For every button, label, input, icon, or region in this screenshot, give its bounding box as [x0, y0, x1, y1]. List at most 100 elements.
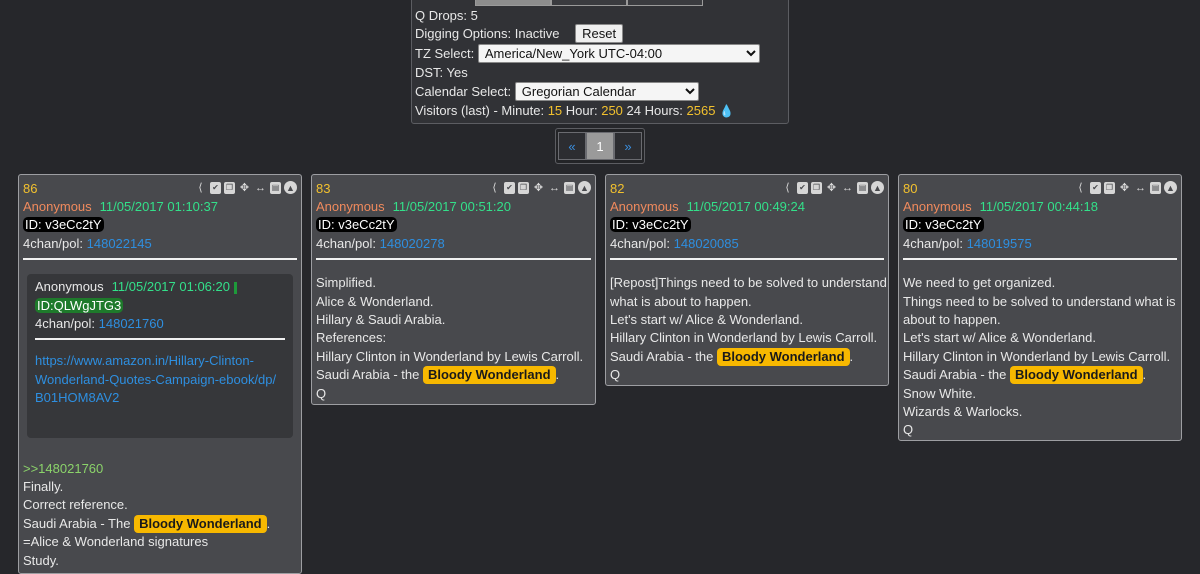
post-card-86: ⟨ ✔ ❐ ✥ ↔ ▤ ▲ 86 Anonymous 11/05/2017 01:…	[18, 174, 302, 574]
clipboard-icon[interactable]: ▤	[564, 181, 575, 194]
up-icon[interactable]: ▲	[284, 181, 297, 194]
digging-options-status: Digging Options: Inactive	[415, 26, 560, 41]
clipboard-icon[interactable]: ▤	[270, 181, 281, 194]
divider	[316, 258, 591, 261]
water-drop-icon: 💧	[719, 104, 735, 118]
check-icon[interactable]: ✔	[797, 181, 808, 194]
post-line: =Alice & Wonderland signatures	[23, 534, 209, 550]
poster-id[interactable]: ID: v3eCc2tY	[23, 217, 104, 233]
post-id-row: ID: v3eCc2tY	[610, 216, 884, 234]
resize-icon[interactable]: ↔	[841, 181, 854, 194]
calendar-select[interactable]: Gregorian Calendar	[514, 82, 699, 101]
poster-id[interactable]: ID: v3eCc2tY	[610, 217, 691, 233]
copy-icon[interactable]: ❐	[518, 181, 529, 194]
tab-3[interactable]	[627, 0, 703, 6]
post-line: References:	[316, 330, 387, 346]
post-line: Hillary Clinton in Wonderland by Lewis C…	[610, 330, 878, 346]
up-icon[interactable]: ▲	[578, 181, 591, 194]
post-id-row: ID: v3eCc2tY	[23, 216, 297, 234]
check-icon[interactable]: ✔	[504, 181, 515, 194]
highlight-tag: Bloody Wonderland	[716, 347, 850, 366]
post-line-text: Saudi Arabia - the	[316, 367, 423, 383]
share-icon[interactable]: ⟨	[194, 181, 207, 194]
share-icon[interactable]: ⟨	[1074, 181, 1087, 194]
tz-select[interactable]: America/New_York UTC-04:00	[477, 44, 760, 63]
post-header: Anonymous 11/05/2017 00:44:18	[903, 198, 1177, 216]
divider	[23, 258, 297, 261]
up-icon[interactable]: ▲	[1164, 181, 1177, 194]
tab-2[interactable]	[551, 0, 627, 6]
post-author: Anonymous	[23, 199, 92, 214]
board-label: 4chan/pol:	[903, 235, 963, 251]
highlight-tag: Bloody Wonderland	[1009, 366, 1143, 385]
post-line-text: Saudi Arabia - the	[610, 348, 717, 364]
clipboard-icon[interactable]: ▤	[1150, 181, 1161, 194]
post-signature: Q	[903, 422, 914, 438]
post-line-text: Saudi Arabia - The	[23, 515, 135, 531]
move-icon[interactable]: ✥	[825, 181, 838, 194]
check-icon[interactable]: ✔	[1090, 181, 1101, 194]
post-line: Things need to be solved to understand w…	[903, 293, 1176, 309]
post-source: 4chan/pol: 148019575	[903, 235, 1177, 253]
share-icon[interactable]: ⟨	[781, 181, 794, 194]
post-line: We need to get organized.	[903, 275, 1056, 291]
up-icon[interactable]: ▲	[871, 181, 884, 194]
copy-icon[interactable]: ❐	[811, 181, 822, 194]
poster-id[interactable]: ID: v3eCc2tY	[903, 217, 984, 233]
visitors-hour-label: Hour:	[565, 103, 598, 118]
post-line: Saudi Arabia - the Bloody Wonderland.	[610, 347, 854, 366]
copy-icon[interactable]: ❐	[1104, 181, 1115, 194]
calendar-label: Calendar Select:	[415, 84, 512, 99]
copy-icon[interactable]: ❐	[224, 181, 235, 194]
post-toolbar: ⟨ ✔ ❐ ✥ ↔ ▤ ▲	[488, 181, 591, 194]
post-id-row: ID: v3eCc2tY	[316, 216, 591, 234]
post-line: Wizards & Warlocks.	[903, 404, 1023, 420]
post-signature: Q	[316, 385, 327, 401]
ref-source: 4chan/pol: 148021760	[35, 315, 285, 333]
highlight-tag: Bloody Wonderland	[422, 366, 556, 385]
post-line: Simplified.	[316, 275, 376, 291]
calendar-row: Calendar Select: Gregorian Calendar	[415, 82, 699, 101]
post-line: Hillary Clinton in Wonderland by Lewis C…	[316, 348, 584, 364]
post-link[interactable]: 148020085	[674, 236, 739, 251]
ref-poster-id[interactable]: ID:QLWgJTG3	[35, 297, 124, 313]
post-toolbar: ⟨ ✔ ❐ ✥ ↔ ▤ ▲	[1074, 181, 1177, 194]
next-page-button[interactable]: »	[614, 132, 642, 160]
post-source: 4chan/pol: 148020085	[610, 235, 884, 253]
ref-post-link[interactable]: 148021760	[99, 316, 164, 331]
ref-header: Anonymous 11/05/2017 01:06:20	[35, 278, 285, 296]
reset-button[interactable]: Reset	[575, 24, 624, 43]
post-date: 11/05/2017 01:10:37	[99, 199, 218, 214]
page-1-button[interactable]: 1	[586, 132, 614, 160]
prev-page-button[interactable]: «	[558, 132, 586, 160]
post-link[interactable]: 148020278	[380, 236, 445, 251]
ref-divider	[35, 338, 285, 341]
clipboard-icon[interactable]: ▤	[857, 181, 868, 194]
move-icon[interactable]: ✥	[532, 181, 545, 194]
digging-options-row: Digging Options: Inactive Reset	[415, 24, 624, 43]
post-link[interactable]: 148022145	[87, 236, 152, 251]
post-line: [Repost]Things need to be solved to unde…	[610, 275, 887, 291]
post-line: Let's start w/ Alice & Wonderland.	[610, 312, 804, 328]
move-icon[interactable]: ✥	[238, 181, 251, 194]
post-card-80: ⟨ ✔ ❐ ✥ ↔ ▤ ▲ 80 Anonymous 11/05/2017 00:…	[898, 174, 1182, 441]
ref-board-label: 4chan/pol:	[35, 316, 95, 332]
ref-url-line-3[interactable]: B01HOM8AV2	[35, 389, 285, 407]
post-link[interactable]: 148019575	[967, 236, 1032, 251]
move-icon[interactable]: ✥	[1118, 181, 1131, 194]
ref-url-line-2[interactable]: Wonderland-Quotes-Campaign-ebook/dp/	[35, 371, 285, 389]
post-line: Finally.	[23, 479, 64, 495]
visitors-label: Visitors (last) - Minute:	[415, 103, 545, 118]
resize-icon[interactable]: ↔	[254, 181, 267, 194]
resize-icon[interactable]: ↔	[548, 181, 561, 194]
tab-1[interactable]	[475, 0, 551, 6]
share-icon[interactable]: ⟨	[488, 181, 501, 194]
post-toolbar: ⟨ ✔ ❐ ✥ ↔ ▤ ▲	[781, 181, 884, 194]
quote-reference[interactable]: >>148021760	[23, 460, 297, 478]
check-icon[interactable]: ✔	[210, 181, 221, 194]
ref-url-line-1[interactable]: https://www.amazon.in/Hillary-Clinton-	[35, 352, 285, 370]
poster-id[interactable]: ID: v3eCc2tY	[316, 217, 397, 233]
post-source: 4chan/pol: 148020278	[316, 235, 591, 253]
resize-icon[interactable]: ↔	[1134, 181, 1147, 194]
post-line: what is about to happen.	[610, 293, 752, 309]
